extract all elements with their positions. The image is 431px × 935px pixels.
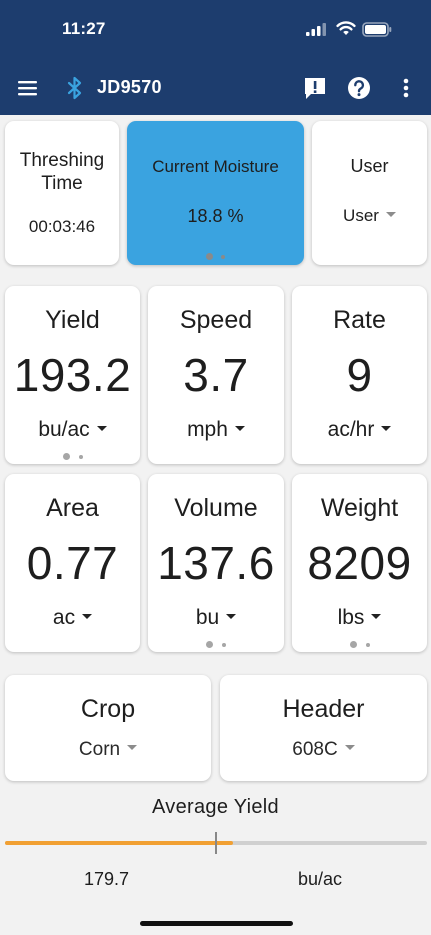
user-card[interactable]: User User (312, 121, 427, 265)
header-label: Header (282, 695, 365, 723)
average-yield-marker (215, 832, 217, 854)
weight-unit: lbs (337, 606, 365, 629)
header-value: 608C (292, 739, 338, 760)
volume-label: Volume (174, 494, 258, 522)
page-dot-active (349, 641, 357, 648)
page-dot (221, 254, 225, 259)
machine-title: JD9570 (97, 77, 162, 97)
rate-card[interactable]: Rate 9 ac/hr (292, 286, 427, 464)
average-yield-bar-fill (5, 841, 233, 845)
yield-label: Yield (45, 306, 100, 334)
volume-card[interactable]: Volume 137.6 bu (148, 474, 284, 652)
speed-value: 3.7 (183, 349, 249, 401)
home-indicator[interactable] (140, 921, 293, 926)
area-unit: ac (52, 606, 76, 629)
yield-unit-select[interactable]: bu/ac (5, 418, 140, 442)
caret-down-icon (381, 425, 392, 431)
area-card[interactable]: Area 0.77 ac (5, 474, 140, 652)
yield-unit: bu/ac (38, 418, 90, 441)
current-moisture-card[interactable]: Current Moisture 18.8 % (127, 121, 304, 265)
yield-card[interactable]: Yield 193.2 bu/ac (5, 286, 140, 464)
yield-value: 193.2 (13, 349, 132, 401)
threshing-time-label: Threshing Time (19, 150, 105, 194)
status-bar: 11:27 (0, 0, 431, 60)
threshing-time-value: 00:03:46 (28, 217, 96, 236)
volume-unit-select[interactable]: bu (148, 606, 284, 630)
page-dot-active (206, 253, 213, 260)
alert-icon[interactable] (302, 75, 328, 101)
threshing-time-card[interactable]: Threshing Time 00:03:46 (5, 121, 119, 265)
caret-down-icon (385, 212, 396, 218)
more-vertical-icon[interactable] (398, 75, 414, 101)
rate-label: Rate (333, 306, 386, 334)
weight-card[interactable]: Weight 8209 lbs (292, 474, 427, 652)
current-moisture-value: 18.8 % (187, 206, 244, 226)
volume-value: 137.6 (157, 537, 275, 589)
crop-value: Corn (78, 739, 121, 760)
user-label: User (350, 156, 389, 176)
caret-down-icon (234, 425, 245, 431)
speed-unit: mph (187, 418, 228, 441)
top-bar: 11:27 JD9570 (0, 0, 431, 115)
weight-unit-select[interactable]: lbs (292, 606, 427, 630)
area-value: 0.77 (26, 537, 119, 589)
weight-label: Weight (320, 494, 399, 522)
header-select[interactable]: 608C (220, 739, 427, 761)
volume-page-indicator (148, 641, 284, 648)
volume-unit: bu (195, 606, 220, 629)
average-yield-title: Average Yield (152, 796, 279, 818)
speed-card[interactable]: Speed 3.7 mph (148, 286, 284, 464)
app-bar: JD9570 (0, 62, 431, 114)
speed-unit-select[interactable]: mph (148, 418, 284, 442)
help-icon[interactable] (346, 75, 372, 101)
current-moisture-label: Current Moisture (152, 157, 279, 176)
weight-value: 8209 (307, 537, 412, 589)
bluetooth-icon (67, 76, 82, 100)
caret-down-icon (371, 613, 382, 619)
page-dot (78, 454, 83, 459)
caret-down-icon (127, 745, 138, 751)
wifi-icon (336, 21, 356, 35)
weight-page-indicator (292, 641, 427, 648)
crop-select[interactable]: Corn (5, 739, 211, 761)
area-label: Area (46, 494, 99, 522)
area-unit-select[interactable]: ac (5, 606, 140, 630)
caret-down-icon (344, 745, 355, 751)
average-yield-unit: bu/ac (298, 869, 343, 889)
crop-card[interactable]: Crop Corn (5, 675, 211, 781)
page-dot (365, 642, 370, 647)
yield-page-indicator (5, 453, 140, 460)
page-dot-active (62, 453, 70, 460)
battery-icon (362, 22, 392, 37)
user-select[interactable]: User (312, 206, 427, 226)
user-value: User (343, 206, 379, 225)
rate-value: 9 (346, 349, 373, 401)
status-time: 11:27 (62, 19, 106, 38)
menu-icon[interactable] (16, 77, 40, 99)
header-card[interactable]: Header 608C (220, 675, 427, 781)
page-dot (222, 642, 226, 647)
crop-label: Crop (80, 695, 136, 723)
caret-down-icon (226, 613, 237, 619)
caret-down-icon (82, 613, 93, 619)
speed-label: Speed (179, 306, 253, 334)
rate-unit-select[interactable]: ac/hr (292, 418, 427, 442)
moisture-page-indicator (127, 253, 304, 260)
average-yield-value: 179.7 (84, 869, 130, 889)
rate-unit: ac/hr (327, 418, 375, 441)
page-dot-active (206, 641, 213, 648)
caret-down-icon (96, 425, 107, 431)
cellular-signal-icon (306, 23, 326, 36)
